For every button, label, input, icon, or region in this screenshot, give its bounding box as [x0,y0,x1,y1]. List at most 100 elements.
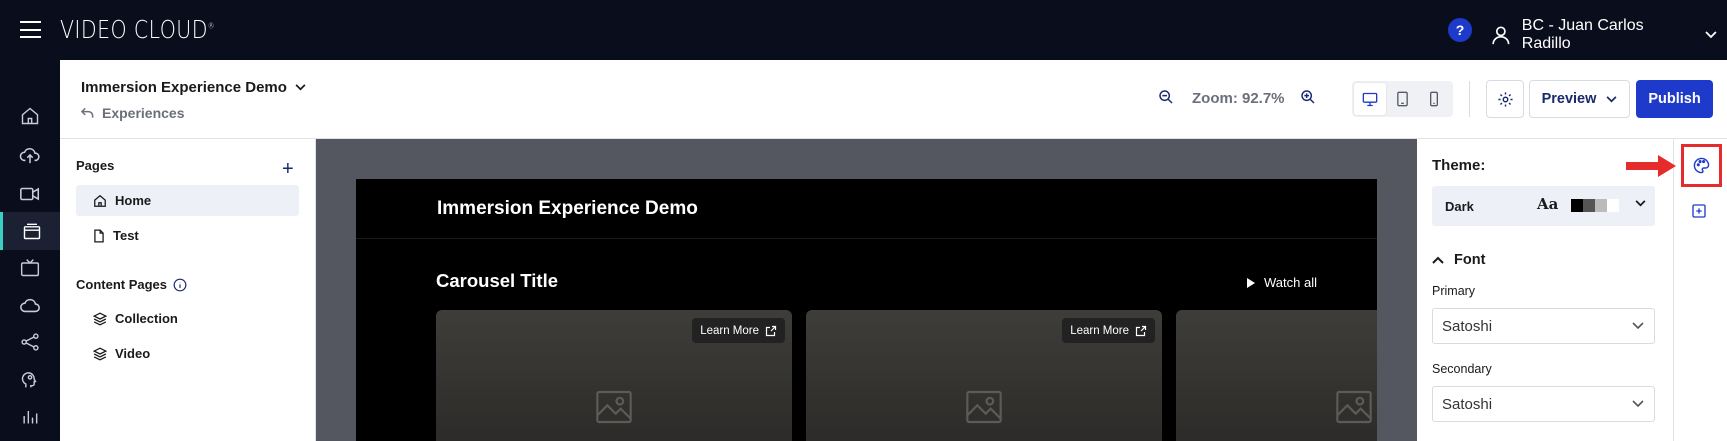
desktop-icon [1362,92,1378,106]
chevron-down-icon [1705,31,1717,39]
zoom-out-icon [1159,90,1173,104]
nav-audience[interactable] [0,360,60,398]
home-icon [21,107,39,125]
nav-cloud[interactable] [0,286,60,324]
back-to-experiences-link[interactable]: Experiences [81,105,185,121]
bar-chart-icon [23,411,38,424]
zoom-out-button[interactable] [1158,89,1174,110]
zoom-level: Zoom: 92.7% [1192,90,1285,107]
chevron-up-icon [1432,256,1444,264]
nav-media[interactable] [0,175,60,213]
user-icon [1492,26,1510,45]
add-square-icon [1692,204,1706,218]
type-sample: Aa [1537,195,1559,213]
preview-button[interactable]: Preview [1529,80,1630,118]
editor-header: Immersion Experience Demo Experiences Zo… [60,60,1727,139]
cloud-upload-icon [19,148,40,164]
zoom-in-icon [1301,90,1315,104]
nav-upload[interactable] [0,136,60,174]
left-nav [0,60,60,441]
image-placeholder-icon [596,390,632,424]
carousel-card[interactable]: Learn More [436,310,792,441]
external-link-icon [765,325,777,336]
external-link-icon [1135,325,1147,336]
zoom-in-button[interactable] [1300,89,1316,110]
editor-canvas: Immersion Experience Demo Carousel Title… [316,139,1417,441]
pages-heading: Pages [76,158,115,173]
chevron-down-icon [1632,322,1644,330]
nav-home[interactable] [0,97,60,135]
user-name: BC - Juan Carlos Radillo [1521,17,1644,52]
image-placeholder-icon [966,390,1002,424]
user-menu[interactable]: BC - Juan Carlos Radillo [1490,17,1727,53]
experience-selector[interactable]: Immersion Experience Demo [81,79,306,96]
home-icon [94,194,106,207]
mobile-icon [1430,91,1438,107]
head-icon [21,372,37,388]
theme-swatches [1571,199,1619,212]
top-bar: VIDEO CLOUD® ? BC - Juan Carlos Radillo [0,0,1727,60]
carousel-title: Carousel Title [436,270,559,291]
device-toggle [1352,81,1453,117]
info-icon[interactable] [173,278,187,292]
learn-more-button[interactable]: Learn More [1062,318,1155,343]
learn-more-button[interactable]: Learn More [692,318,785,343]
content-pages-heading: Content Pages [76,277,187,292]
add-page-button[interactable]: + [282,159,294,179]
publish-button[interactable]: Publish [1636,80,1713,118]
page-item-home[interactable]: Home [76,185,299,216]
chevron-down-icon [1606,95,1617,102]
carousel-card[interactable] [1176,310,1377,441]
right-icon-rail [1674,139,1727,441]
share-icon [21,333,39,351]
layers-icon [93,346,107,361]
theme-name: Dark [1445,198,1474,214]
divider [1469,81,1470,117]
site-header[interactable]: Immersion Experience Demo [356,179,1377,239]
page-item-video[interactable]: Video [76,338,299,369]
gear-icon [1497,91,1513,107]
add-block-button[interactable] [1691,203,1707,224]
chevron-down-icon [1635,200,1646,207]
mobile-view-button[interactable] [1418,83,1450,115]
experience-title: Immersion Experience Demo [81,79,287,96]
back-arrow-icon [81,107,94,118]
cloud-icon [20,298,40,313]
brand-logo: VIDEO CLOUD® [60,15,215,44]
carousel-card[interactable]: Learn More [806,310,1162,441]
page-item-collection[interactable]: Collection [76,303,299,334]
play-icon [1247,277,1255,288]
menu-icon[interactable] [20,21,41,38]
theme-heading: Theme: [1432,157,1486,174]
secondary-font-label: Secondary [1432,362,1492,376]
palette-icon [1693,157,1710,174]
tablet-view-button[interactable] [1386,83,1418,115]
site-title: Immersion Experience Demo [437,198,698,219]
nav-social[interactable] [0,323,60,361]
tv-icon [20,259,40,277]
page-item-test[interactable]: Test [76,220,299,251]
watch-all-link[interactable]: Watch all [1246,275,1317,290]
theme-palette-button[interactable] [1681,144,1722,187]
primary-font-label: Primary [1432,284,1476,298]
font-section-toggle[interactable]: Font [1432,252,1485,268]
experiences-icon [23,223,40,240]
theme-select[interactable]: Dark Aa [1432,186,1655,226]
nav-analytics[interactable] [0,397,60,435]
tablet-icon [1396,91,1408,107]
theme-panel: Theme: Dark Aa Font Primary Satoshi Seco… [1417,139,1674,441]
callout-arrow-icon [1626,155,1676,177]
nav-live[interactable] [0,249,60,287]
settings-button[interactable] [1486,80,1524,118]
file-icon [94,229,104,242]
video-camera-icon [20,187,40,201]
layers-icon [93,311,107,326]
desktop-view-button[interactable] [1354,83,1386,115]
primary-font-select[interactable]: Satoshi [1432,308,1655,344]
help-button[interactable]: ? [1448,18,1472,42]
secondary-font-select[interactable]: Satoshi [1432,386,1655,422]
site-preview[interactable]: Immersion Experience Demo Carousel Title… [356,179,1377,441]
chevron-down-icon [1632,400,1644,408]
pages-panel: Pages + Home Test Content Pages Collecti… [60,139,316,441]
nav-experiences[interactable] [0,212,60,250]
